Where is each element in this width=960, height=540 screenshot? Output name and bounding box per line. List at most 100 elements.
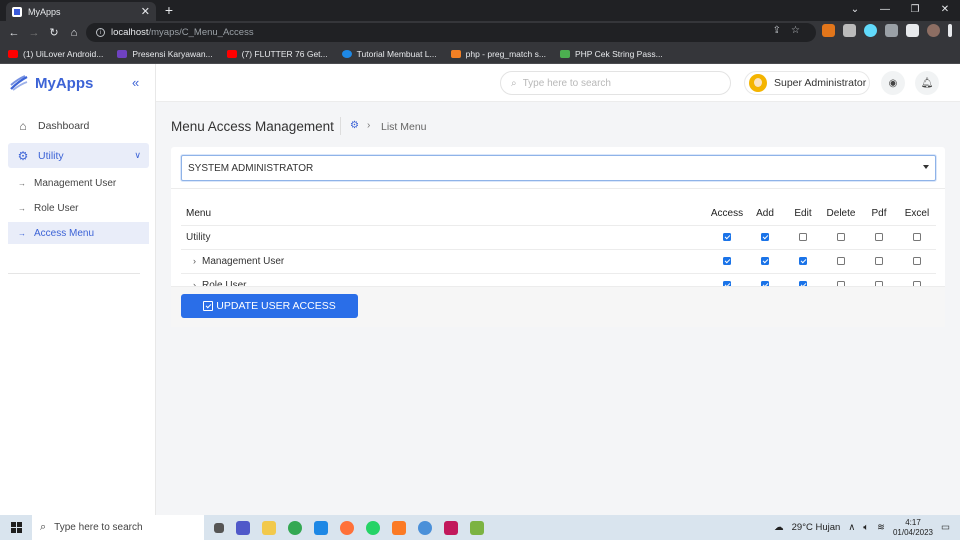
pdf-checkbox[interactable]	[875, 232, 883, 241]
sidebar-item-utility[interactable]: ⚙ Utility ∨	[8, 143, 149, 168]
add-checkbox[interactable]	[761, 256, 769, 265]
excel-checkbox[interactable]	[913, 232, 921, 241]
share-icon[interactable]: ⇪	[773, 25, 781, 36]
menu-cell: › Management User	[181, 249, 708, 274]
clock-time: 4:17	[905, 517, 921, 527]
card-footer: UPDATE USER ACCESS	[171, 286, 945, 327]
bookmark-item[interactable]: php - preg_match s...	[450, 49, 546, 59]
arrow-right-icon: →	[18, 178, 26, 188]
bookmark-item[interactable]: Presensi Karyawan...	[117, 49, 213, 59]
role-select[interactable]: SYSTEM ADMINISTRATOR	[181, 155, 936, 181]
minimize-icon[interactable]: —	[870, 0, 900, 21]
permission-cell	[898, 225, 936, 250]
taskbar-apps	[214, 520, 484, 535]
permission-cell	[860, 225, 898, 250]
chevron-right-icon[interactable]: ›	[193, 256, 196, 266]
permission-cell	[708, 249, 746, 274]
topbar: ⌕ Super Administrator ◉ 🔔︎	[156, 64, 960, 102]
access-checkbox[interactable]	[723, 256, 731, 265]
browser-menu-icon[interactable]	[948, 24, 952, 37]
card-header: SYSTEM ADMINISTRATOR	[171, 147, 945, 189]
excel-checkbox[interactable]	[913, 256, 921, 265]
bookmark-item[interactable]: (1) UiLover Android...	[8, 49, 103, 59]
back-icon[interactable]: ←	[4, 27, 24, 39]
role-select-value: SYSTEM ADMINISTRATOR	[188, 162, 314, 174]
wifi-icon[interactable]: ≋	[877, 522, 885, 533]
delete-checkbox[interactable]	[837, 232, 845, 241]
collapse-sidebar-icon[interactable]: «	[132, 75, 139, 90]
chrome-icon[interactable]	[288, 520, 302, 535]
column-header: Pdf	[860, 202, 898, 226]
breadcrumb-gear-icon[interactable]: ⚙	[350, 120, 359, 131]
qr-extension-icon[interactable]	[843, 24, 856, 37]
search-icon: ⌕	[40, 521, 47, 533]
bookmark-item[interactable]: Tutorial Membuat L...	[341, 49, 437, 59]
app-icon[interactable]	[444, 520, 458, 535]
browser-tab[interactable]: MyApps ✕	[6, 2, 156, 21]
sidebar-divider	[8, 273, 140, 274]
restore-icon[interactable]: ❐	[900, 0, 930, 21]
extensions-puzzle-icon[interactable]	[885, 24, 898, 37]
whatsapp-icon[interactable]	[366, 520, 380, 535]
sidebar-subitem-management-user[interactable]: → Management User	[8, 172, 149, 194]
url-bar[interactable]: i localhost/myaps/C_Menu_Access	[86, 23, 816, 42]
site-info-icon[interactable]: i	[96, 28, 105, 37]
search-input[interactable]	[522, 77, 713, 89]
weather-icon[interactable]: ☁	[774, 522, 784, 533]
app-icon[interactable]	[418, 520, 432, 535]
firefox-icon[interactable]	[340, 520, 354, 535]
taskbar-search[interactable]: ⌕ Type here to search	[32, 515, 204, 540]
access-card: SYSTEM ADMINISTRATOR Menu Access Add Edi…	[171, 147, 945, 327]
react-extension-icon[interactable]	[864, 24, 877, 37]
column-header: Edit	[784, 202, 822, 226]
edit-checkbox[interactable]	[799, 256, 807, 265]
user-name: Super Administrator	[774, 77, 867, 89]
home-icon: ⌂	[19, 118, 27, 133]
teams-icon[interactable]	[236, 520, 250, 535]
side-panel-icon[interactable]	[906, 24, 919, 37]
bookmark-item[interactable]: PHP Cek String Pass...	[559, 49, 663, 59]
sidebar-subitem-role-user[interactable]: → Role User	[8, 197, 149, 219]
tab-title: MyApps	[28, 6, 61, 17]
profile-avatar[interactable]	[927, 24, 940, 37]
metamask-extension-icon[interactable]	[822, 24, 835, 37]
weather-text[interactable]: 29°C Hujan	[792, 522, 841, 533]
notifications-button[interactable]: 🔔︎	[915, 71, 939, 95]
add-checkbox[interactable]	[761, 232, 769, 241]
messenger-button[interactable]: ◉	[881, 71, 905, 95]
avatar	[749, 74, 767, 92]
sidebar-item-label: Utility	[38, 149, 64, 162]
pdf-checkbox[interactable]	[875, 256, 883, 265]
close-window-icon[interactable]: ✕	[930, 0, 960, 21]
app-icon[interactable]	[470, 520, 484, 535]
delete-checkbox[interactable]	[837, 256, 845, 265]
new-tab-button[interactable]: +	[162, 3, 176, 17]
sidebar-subitem-access-menu[interactable]: → Access Menu	[8, 222, 149, 244]
notification-center-icon[interactable]: ▭	[941, 522, 950, 533]
youtube-icon	[8, 49, 18, 58]
chevron-up-icon[interactable]: ∧	[848, 522, 855, 533]
forward-icon[interactable]: →	[24, 27, 44, 39]
sidebar-item-dashboard[interactable]: ⌂ Dashboard	[8, 113, 149, 138]
clock[interactable]: 4:17 01/04/2023	[893, 518, 933, 538]
user-menu[interactable]: Super Administrator	[744, 71, 870, 95]
speaker-icon[interactable]: 🔈︎	[863, 522, 869, 533]
edit-checkbox[interactable]	[799, 232, 807, 241]
reload-icon[interactable]: ↻	[44, 26, 64, 39]
vscode-icon[interactable]	[314, 520, 328, 535]
file-explorer-icon[interactable]	[262, 520, 276, 535]
bookmark-star-icon[interactable]: ☆	[791, 25, 800, 36]
bookmark-icon	[559, 49, 570, 58]
search-box[interactable]: ⌕	[500, 71, 731, 95]
permission-cell	[746, 225, 784, 250]
home-icon[interactable]: ⌂	[64, 27, 84, 39]
start-button[interactable]	[0, 515, 32, 540]
tab-search-icon[interactable]: ⌄	[840, 0, 870, 21]
task-view-icon[interactable]	[214, 522, 224, 533]
tab-close-icon[interactable]: ✕	[141, 5, 150, 18]
xampp-icon[interactable]	[392, 520, 406, 535]
download-icon	[203, 301, 214, 311]
update-user-access-button[interactable]: UPDATE USER ACCESS	[181, 294, 358, 318]
bookmark-item[interactable]: (7) FLUTTER 76 Get...	[226, 49, 328, 59]
access-checkbox[interactable]	[723, 232, 731, 241]
